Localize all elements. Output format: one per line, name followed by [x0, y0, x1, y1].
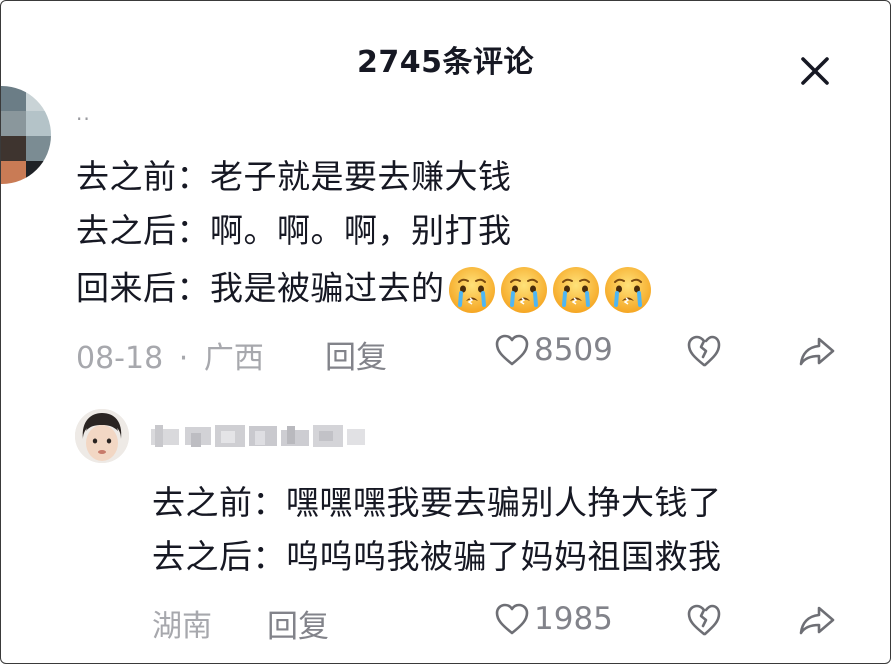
- comment-text-line-3-text: 回来后：我是被骗过去的: [76, 268, 445, 308]
- crying-face-icon: [552, 267, 599, 313]
- reply-button[interactable]: 回复: [267, 601, 329, 646]
- comment-meta: 08-18 · 广西: [76, 333, 264, 377]
- comment-username[interactable]: ..: [76, 101, 91, 125]
- like-button[interactable]: 8509: [494, 332, 613, 368]
- dislike-icon[interactable]: [685, 602, 723, 638]
- comment-location: 广西: [203, 341, 264, 376]
- comments-count-title: 2745条评论: [357, 45, 534, 80]
- comments-panel: 2745条评论 .. 去之前：老子就是要去赚大钱 去之后：啊。啊。啊，别打我 回…: [0, 0, 891, 664]
- dislike-icon[interactable]: [685, 333, 723, 369]
- reply-button[interactable]: 回复: [325, 332, 387, 377]
- reply-text-line-1: 去之前：嘿嘿嘿我要去骗别人挣大钱了: [152, 483, 722, 522]
- like-button[interactable]: 1985: [494, 601, 613, 637]
- comment-text-line-1: 去之前：老子就是要去赚大钱: [76, 157, 512, 196]
- crying-face-icon: [604, 267, 651, 313]
- reply-text-line-2: 去之后：呜呜呜我被骗了妈妈祖国救我: [152, 537, 722, 576]
- avatar[interactable]: [1, 86, 51, 184]
- close-icon[interactable]: [797, 53, 833, 89]
- meta-separator: ·: [178, 341, 189, 376]
- share-icon[interactable]: [797, 602, 837, 638]
- crying-face-icon: [500, 267, 547, 313]
- emoji-group: [447, 265, 655, 315]
- comment-date: 08-18: [76, 341, 164, 376]
- comment-username-obscured[interactable]: [151, 421, 366, 451]
- heart-icon: [495, 334, 529, 366]
- comment-text-line-3: 回来后：我是被骗过去的: [76, 265, 655, 315]
- crying-face-icon: [448, 267, 495, 313]
- reply-location: 湖南: [152, 609, 212, 644]
- avatar[interactable]: [75, 409, 129, 463]
- like-count: 1985: [534, 601, 613, 637]
- heart-icon: [495, 603, 529, 635]
- comment-text-line-2: 去之后：啊。啊。啊，别打我: [76, 211, 512, 250]
- like-count: 8509: [534, 332, 613, 368]
- share-icon[interactable]: [797, 333, 837, 369]
